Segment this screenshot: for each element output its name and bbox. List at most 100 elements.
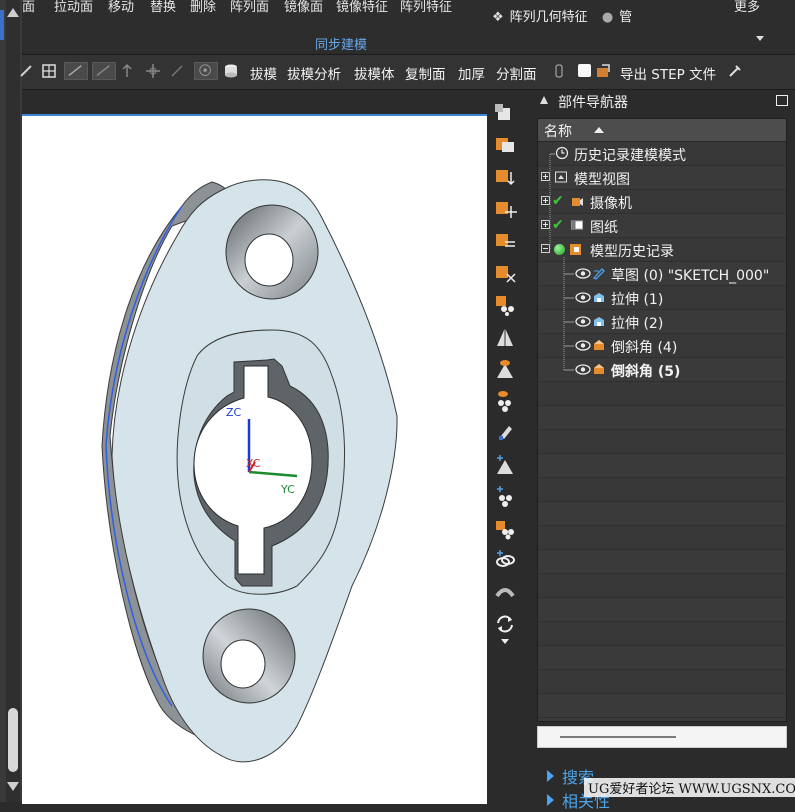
expand-arrow-icon bbox=[547, 770, 554, 782]
line-icon[interactable] bbox=[64, 62, 88, 80]
ribbon-item-pattern-feature[interactable]: 阵列特征 bbox=[400, 0, 452, 15]
tree-empty-row bbox=[538, 550, 786, 574]
ribbon-item-mirror-face[interactable]: 镜像面 bbox=[284, 0, 323, 15]
navigator-tree[interactable]: 名称 历史记录建模模式 模型视图 ✔ 摄像机 ✔ 图纸 模型历史记录 草图 (0… bbox=[537, 118, 787, 722]
tree-empty-row bbox=[538, 622, 786, 646]
clip-icon[interactable] bbox=[550, 62, 568, 80]
tool-icon[interactable] bbox=[726, 62, 744, 80]
ribbon-item-replace[interactable]: 替换 bbox=[150, 0, 176, 15]
slash-icon[interactable] bbox=[168, 62, 186, 80]
chamfer-icon bbox=[594, 340, 604, 350]
system-visualization-icon[interactable] bbox=[493, 484, 517, 508]
horizontal-scrollbar[interactable] bbox=[537, 726, 787, 748]
axis-icon[interactable] bbox=[118, 62, 136, 80]
tree-row-label: 历史记录建模模式 bbox=[574, 148, 686, 164]
pencil-icon[interactable] bbox=[18, 62, 36, 80]
thicken-button[interactable]: 加厚 bbox=[458, 63, 485, 83]
hd3d-tools-tab-icon[interactable] bbox=[493, 228, 517, 252]
graphics-window[interactable]: ZC XC YC bbox=[22, 90, 487, 804]
line-pick-icon[interactable] bbox=[92, 62, 116, 80]
watermark: UG爱好者论坛 WWW.UGSNX.COM bbox=[584, 778, 795, 797]
extrude-icon bbox=[594, 293, 604, 302]
vertical-scrollbar[interactable] bbox=[6, 0, 20, 802]
tree-empty-row bbox=[538, 478, 786, 502]
roles-icon[interactable] bbox=[493, 452, 517, 476]
pattern-geometry-feature-button[interactable]: 阵列几何特征 bbox=[510, 10, 588, 25]
tree-empty-row bbox=[538, 382, 786, 406]
axis-label-zc: ZC bbox=[226, 406, 242, 419]
draft-button[interactable]: 拔模 bbox=[250, 63, 277, 83]
tree-empty-row bbox=[538, 526, 786, 550]
cylinder-icon[interactable] bbox=[222, 62, 240, 80]
sort-ascending-icon[interactable] bbox=[594, 127, 604, 133]
tree-row-label: 摄像机 bbox=[590, 196, 632, 212]
export-step-button[interactable]: 导出 STEP 文件 bbox=[620, 63, 716, 83]
ribbon-item-pattern-face[interactable]: 阵列面 bbox=[230, 0, 269, 15]
ribbon-item-mirror-feature[interactable]: 镜像特征 bbox=[336, 0, 388, 15]
refresh-icon[interactable] bbox=[493, 612, 517, 636]
history-palette-icon[interactable] bbox=[493, 292, 517, 316]
resource-bar-more-icon[interactable] bbox=[493, 636, 517, 648]
palette-add-icon[interactable] bbox=[493, 516, 517, 540]
pin-icon[interactable] bbox=[538, 94, 550, 106]
scroll-down-arrow-icon[interactable] bbox=[7, 782, 19, 791]
tree-row-label: 模型历史记录 bbox=[590, 244, 674, 260]
tree-connectors bbox=[549, 153, 574, 371]
ribbon-item-face[interactable]: 面 bbox=[22, 0, 35, 15]
pipe-icon: ● bbox=[601, 10, 614, 25]
resource-bar bbox=[489, 90, 521, 802]
copy-face-button[interactable]: 复制面 bbox=[405, 63, 446, 83]
part-model[interactable]: ZC XC YC bbox=[22, 116, 487, 804]
pipe-elbow-icon[interactable] bbox=[493, 580, 517, 604]
scroll-thumb[interactable] bbox=[8, 708, 18, 772]
horizontal-scroll-thumb[interactable] bbox=[560, 736, 676, 738]
target-icon[interactable] bbox=[194, 62, 218, 80]
column-header-name[interactable]: 名称 bbox=[538, 119, 786, 142]
tree-empty-row bbox=[538, 598, 786, 622]
manufacturing-wizards-icon[interactable] bbox=[493, 420, 517, 444]
ribbon-item-pull-face[interactable]: 拉动面 bbox=[54, 0, 93, 15]
checkbox[interactable] bbox=[578, 64, 591, 77]
navigator-title: 部件导航器 bbox=[558, 95, 628, 111]
process-studio-icon[interactable] bbox=[493, 388, 517, 412]
maximize-icon[interactable] bbox=[776, 95, 788, 106]
assembly-navigator-tab-icon[interactable] bbox=[493, 132, 517, 156]
ribbon-expand-icon[interactable] bbox=[756, 36, 764, 41]
grid-icon[interactable] bbox=[40, 62, 58, 80]
tree-empty-row bbox=[538, 430, 786, 454]
toolbar: 拔模 拔模分析 拔模体 复制面 加厚 分割面 导出 STEP 文件 bbox=[20, 54, 795, 90]
ribbon-item-delete[interactable]: 删除 bbox=[190, 0, 216, 15]
tree-row-label: 拉伸 (1) bbox=[611, 292, 664, 308]
axis-label-yc: YC bbox=[280, 483, 295, 496]
tree-empty-row bbox=[538, 670, 786, 694]
tree-empty-row bbox=[538, 694, 786, 718]
extrude-icon bbox=[594, 317, 604, 326]
web-browser-tab-icon[interactable] bbox=[493, 260, 517, 284]
graphics-canvas[interactable]: ZC XC YC bbox=[22, 114, 487, 804]
scroll-up-arrow-icon[interactable] bbox=[7, 8, 19, 17]
export-box-icon[interactable] bbox=[594, 62, 612, 80]
column-header-label: 名称 bbox=[544, 124, 572, 140]
split-face-button[interactable]: 分割面 bbox=[496, 63, 537, 83]
constraint-navigator-tab-icon[interactable] bbox=[493, 164, 517, 188]
draft-analysis-button[interactable]: 拔模分析 bbox=[287, 63, 341, 83]
pipe-button[interactable]: 管 bbox=[619, 10, 632, 25]
move-icon[interactable] bbox=[144, 62, 162, 80]
tree-row-label: 草图 (0) "SKETCH_000" bbox=[611, 268, 770, 284]
system-materials-icon[interactable] bbox=[493, 356, 517, 380]
pattern-geometry-icon: ❖ bbox=[492, 10, 504, 25]
link-icon[interactable] bbox=[493, 548, 517, 572]
part-navigator-tab-icon[interactable] bbox=[493, 100, 517, 124]
tree-row-label: 拉伸 (2) bbox=[611, 316, 664, 332]
ribbon-more-button[interactable]: 更多 bbox=[734, 0, 760, 15]
ribbon-item-move[interactable]: 移动 bbox=[108, 0, 134, 15]
system-scenes-icon[interactable] bbox=[493, 324, 517, 348]
draft-body-button[interactable]: 拔模体 bbox=[354, 63, 395, 83]
bottom-hole bbox=[220, 639, 266, 689]
tree-row-label: 模型视图 bbox=[574, 172, 630, 188]
top-hole bbox=[244, 233, 294, 287]
expand-arrow-icon bbox=[547, 794, 554, 806]
left-strip-accent bbox=[0, 10, 4, 40]
reuse-library-tab-icon[interactable] bbox=[493, 196, 517, 220]
part-navigator: 部件导航器 名称 历史记录建模模式 模型视图 ✔ 摄像机 ✔ 图纸 模型历史记录… bbox=[530, 90, 795, 811]
